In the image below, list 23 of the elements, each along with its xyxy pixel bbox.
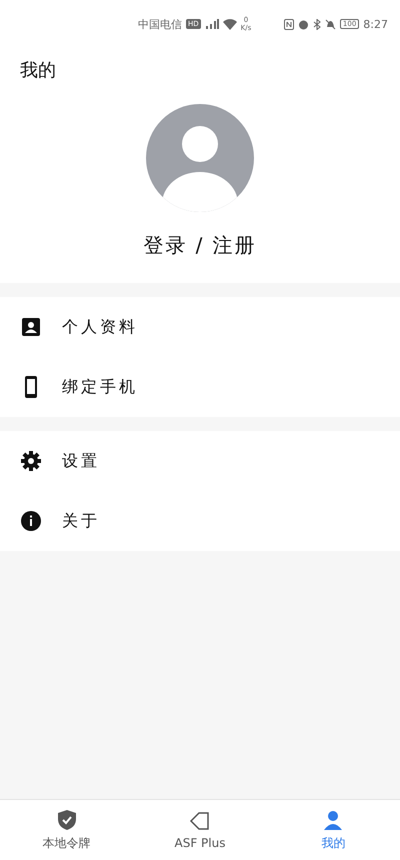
menu-item[interactable]: 个人资料	[0, 297, 400, 357]
menu-item[interactable]: 绑定手机	[0, 357, 400, 417]
page-title: 我的	[20, 60, 56, 81]
tag-icon	[188, 810, 211, 832]
menu-item[interactable]: 关于	[0, 491, 400, 551]
tab[interactable]: ASF Plus	[133, 800, 267, 860]
login-register-link[interactable]: 登录 / 注册	[143, 232, 257, 259]
person-icon	[322, 808, 344, 830]
shield-check-icon	[56, 808, 77, 830]
tab[interactable]: 本地令牌	[0, 800, 134, 860]
settings-icon	[20, 450, 42, 472]
mute-icon	[324, 18, 336, 30]
info-icon	[20, 510, 42, 532]
clock-text: 8:27	[363, 18, 388, 30]
carrier-text: 中国电信	[138, 16, 182, 32]
contact-card-icon	[20, 316, 42, 338]
signal-icon	[204, 19, 219, 29]
nfc-icon	[284, 18, 294, 30]
avatar-icon[interactable]	[146, 104, 254, 212]
bluetooth-icon	[312, 18, 321, 30]
tab[interactable]: 我的	[266, 800, 400, 860]
menu-item[interactable]: 设置	[0, 431, 400, 491]
wifi-icon	[222, 18, 237, 30]
